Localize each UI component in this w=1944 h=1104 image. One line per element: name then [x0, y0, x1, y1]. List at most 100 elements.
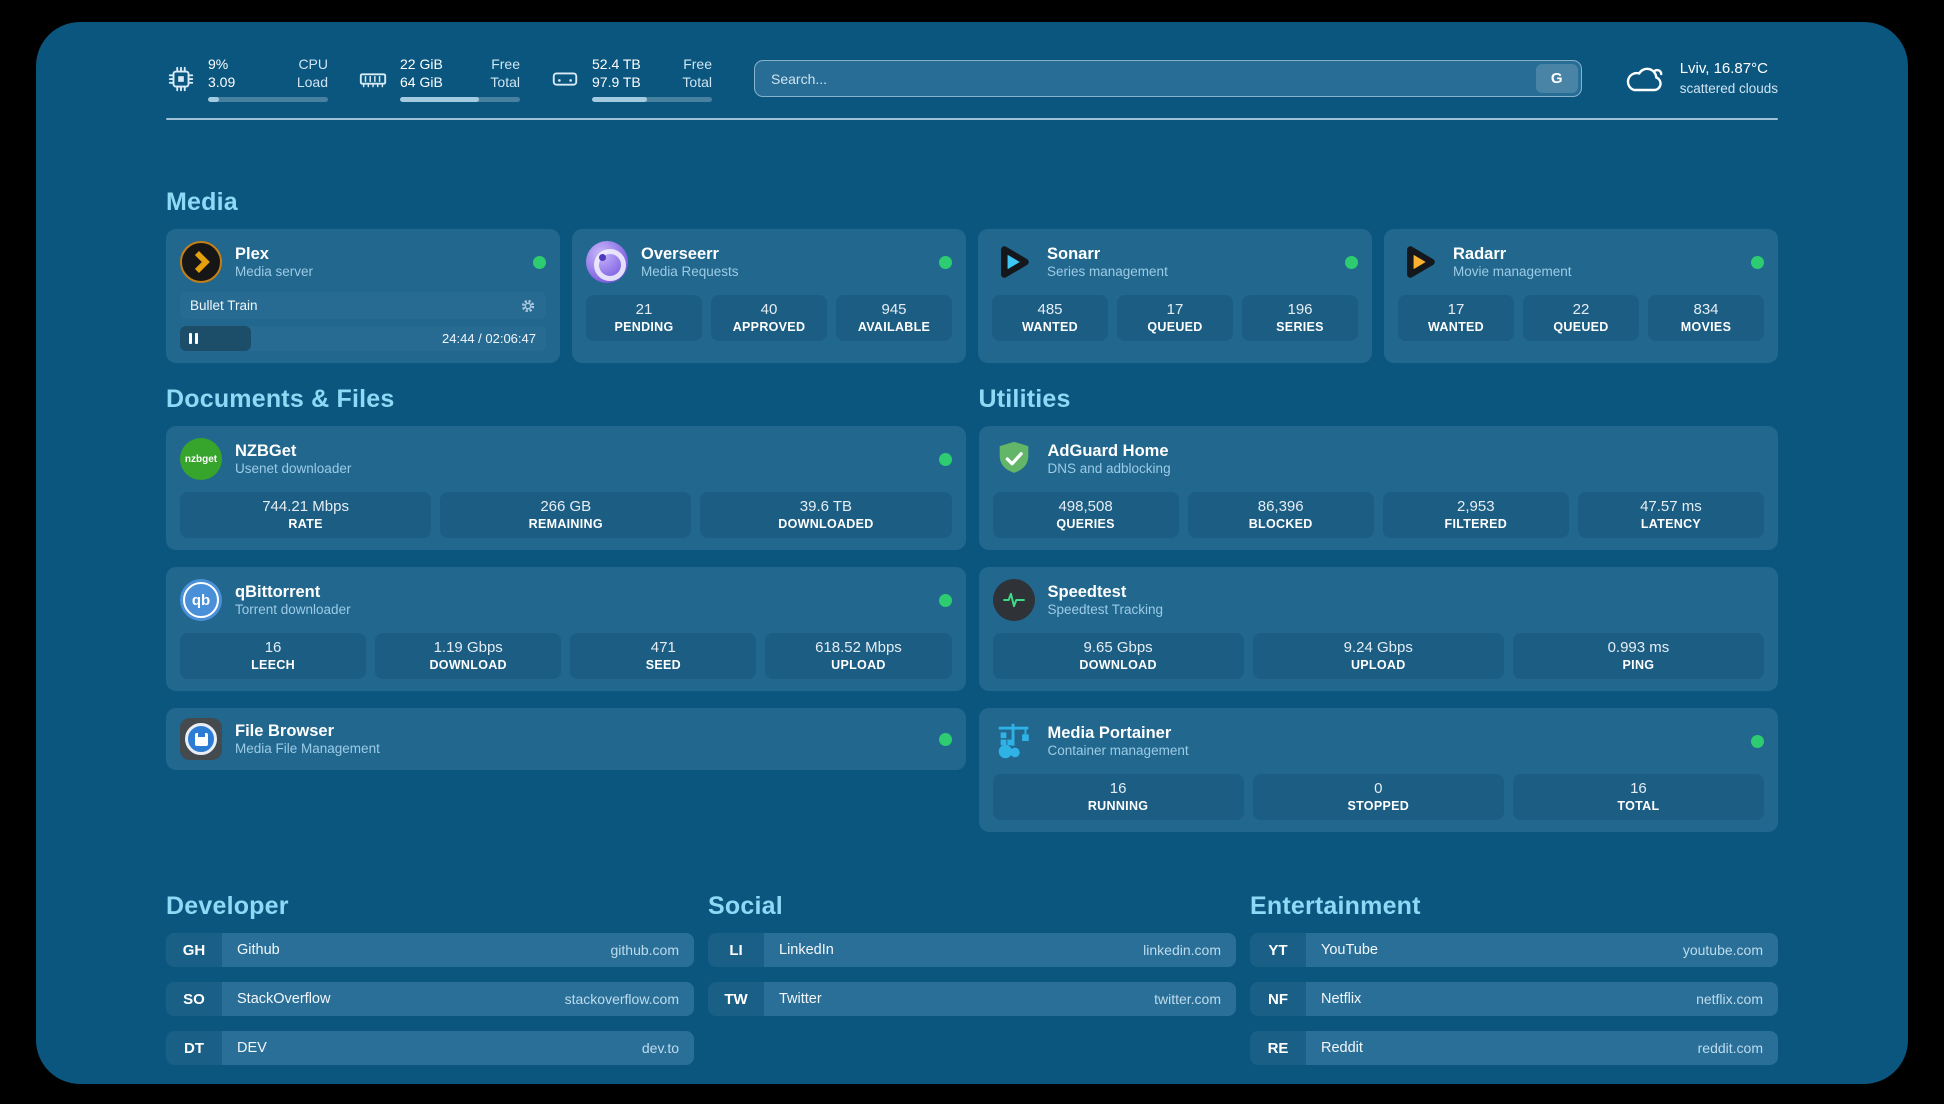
app-subtitle: Series management [1047, 264, 1168, 281]
app-card-portainer[interactable]: Media Portainer Container management 16 … [979, 708, 1779, 832]
stat-tile: 2,953 FILTERED [1383, 492, 1569, 538]
cpu-usage-value: 9% [208, 55, 228, 73]
app-card-nzbget[interactable]: nzbget NZBGet Usenet downloader 744.21 M… [166, 426, 966, 550]
qbittorrent-icon: qb [180, 579, 222, 621]
app-name: Sonarr [1047, 244, 1168, 265]
status-badge [939, 594, 952, 607]
section-title-media: Media [166, 188, 1778, 217]
bookmark-name: Netflix [1321, 991, 1361, 1007]
weather-widget[interactable]: Lviv, 16.87°C scattered clouds [1624, 59, 1778, 97]
section-utilities: Utilities AdGuard Home DNS and a [979, 385, 1779, 832]
stat-label: WANTED [1022, 321, 1078, 335]
bookmark-linkedin[interactable]: LI LinkedIn linkedin.com [708, 933, 1236, 967]
section-documents: Documents & Files nzbget NZBGet Usenet d… [166, 385, 966, 832]
stat-tile: 498,508 QUERIES [993, 492, 1179, 538]
stat-tile: 47.57 ms LATENCY [1578, 492, 1764, 538]
ram-total-value: 64 GiB [400, 73, 443, 91]
search-input[interactable] [754, 60, 1582, 97]
bookmark-twitter[interactable]: TW Twitter twitter.com [708, 982, 1236, 1016]
bookmark-abbr: TW [708, 982, 764, 1016]
app-card-qbittorrent[interactable]: qb qBittorrent Torrent downloader 16 LEE… [166, 567, 966, 691]
stat-label: AVAILABLE [858, 321, 930, 335]
disk-progress-fill [592, 97, 647, 102]
portainer-icon [993, 720, 1035, 762]
stat-label: FILTERED [1445, 518, 1508, 532]
bookmark-youtube[interactable]: YT YouTube youtube.com [1250, 933, 1778, 967]
app-name: Overseerr [641, 244, 739, 265]
stat-label: RATE [288, 518, 322, 532]
now-playing-title: Bullet Train [190, 298, 258, 313]
status-badge [533, 256, 546, 269]
header-divider [166, 118, 1778, 120]
stat-label: PENDING [614, 321, 673, 335]
app-card-radarr[interactable]: Radarr Movie management 17 WANTED 22 QUE… [1384, 229, 1778, 363]
section-title-entertainment: Entertainment [1250, 892, 1778, 921]
app-name: File Browser [235, 721, 380, 742]
stat-label: REMAINING [529, 518, 603, 532]
stat-label: SERIES [1276, 321, 1324, 335]
stat-label: RUNNING [1088, 800, 1148, 814]
bookmark-url: github.com [611, 942, 679, 958]
ram-progress-bar [400, 97, 520, 102]
stat-tile: 86,396 BLOCKED [1188, 492, 1374, 538]
app-card-plex[interactable]: Plex Media server Bullet Train 24:44 / 0 [166, 229, 560, 363]
app-card-sonarr[interactable]: Sonarr Series management 485 WANTED 17 Q… [978, 229, 1372, 363]
bookmark-stackoverflow[interactable]: SO StackOverflow stackoverflow.com [166, 982, 694, 1016]
bookmark-reddit[interactable]: RE Reddit reddit.com [1250, 1031, 1778, 1065]
ram-progress-fill [400, 97, 479, 102]
stat-tile: 22 QUEUED [1523, 295, 1639, 341]
app-name: Media Portainer [1048, 723, 1189, 744]
app-subtitle: Speedtest Tracking [1048, 602, 1164, 619]
stat-value: 834 [1693, 302, 1718, 319]
stat-label: SEED [646, 659, 681, 673]
stat-value: 266 GB [540, 499, 591, 516]
stat-tile: 744.21 Mbps RATE [180, 492, 431, 538]
bookmark-name: Reddit [1321, 1040, 1363, 1056]
app-subtitle: Movie management [1453, 264, 1572, 281]
search-engine-button[interactable]: G [1536, 64, 1578, 93]
pause-icon[interactable] [189, 326, 198, 351]
section-title-developer: Developer [166, 892, 694, 921]
stat-tile: 266 GB REMAINING [440, 492, 691, 538]
section-social: Social LI LinkedIn linkedin.com TW Twitt… [708, 892, 1236, 1080]
overseerr-icon [586, 241, 628, 283]
app-card-filebrowser[interactable]: File Browser Media File Management [166, 708, 966, 770]
app-card-adguard[interactable]: AdGuard Home DNS and adblocking 498,508 … [979, 426, 1779, 550]
stat-value: 9.65 Gbps [1083, 640, 1152, 657]
speedtest-icon [993, 579, 1035, 621]
stat-tile: 1.19 Gbps DOWNLOAD [375, 633, 561, 679]
stat-value: 22 [1573, 302, 1590, 319]
bookmark-github[interactable]: GH Github github.com [166, 933, 694, 967]
status-badge [939, 453, 952, 466]
bookmark-netflix[interactable]: NF Netflix netflix.com [1250, 982, 1778, 1016]
section-title-social: Social [708, 892, 1236, 921]
stat-tile: 834 MOVIES [1648, 295, 1764, 341]
bookmark-url: stackoverflow.com [565, 991, 679, 1007]
stat-tile: 21 PENDING [586, 295, 702, 341]
stat-label: TOTAL [1617, 800, 1659, 814]
stat-tile: 485 WANTED [992, 295, 1108, 341]
stat-value: 47.57 ms [1640, 499, 1702, 516]
stat-value: 945 [881, 302, 906, 319]
stat-tile: 16 LEECH [180, 633, 366, 679]
playback-progress-bar[interactable]: 24:44 / 02:06:47 [180, 326, 546, 351]
stat-tile: 945 AVAILABLE [836, 295, 952, 341]
gear-icon[interactable] [520, 298, 536, 314]
app-card-speedtest[interactable]: Speedtest Speedtest Tracking 9.65 Gbps D… [979, 567, 1779, 691]
sonarr-icon [992, 241, 1034, 283]
section-developer: Developer GH Github github.com SO StackO… [166, 892, 694, 1080]
stat-value: 471 [651, 640, 676, 657]
section-media: Media Plex Media server Bullet Train [166, 188, 1778, 363]
status-badge [939, 256, 952, 269]
bookmark-dev[interactable]: DT DEV dev.to [166, 1031, 694, 1065]
stat-value: 86,396 [1258, 499, 1304, 516]
stat-label: BLOCKED [1249, 518, 1313, 532]
app-card-overseerr[interactable]: Overseerr Media Requests 21 PENDING 40 A… [572, 229, 966, 363]
cpu-icon [166, 64, 196, 94]
bookmark-name: LinkedIn [779, 942, 834, 958]
bookmark-url: reddit.com [1698, 1040, 1763, 1056]
bookmark-abbr: DT [166, 1031, 222, 1065]
cpu-load-value: 3.09 [208, 73, 235, 91]
stat-label: LATENCY [1641, 518, 1701, 532]
plex-icon [180, 241, 222, 283]
